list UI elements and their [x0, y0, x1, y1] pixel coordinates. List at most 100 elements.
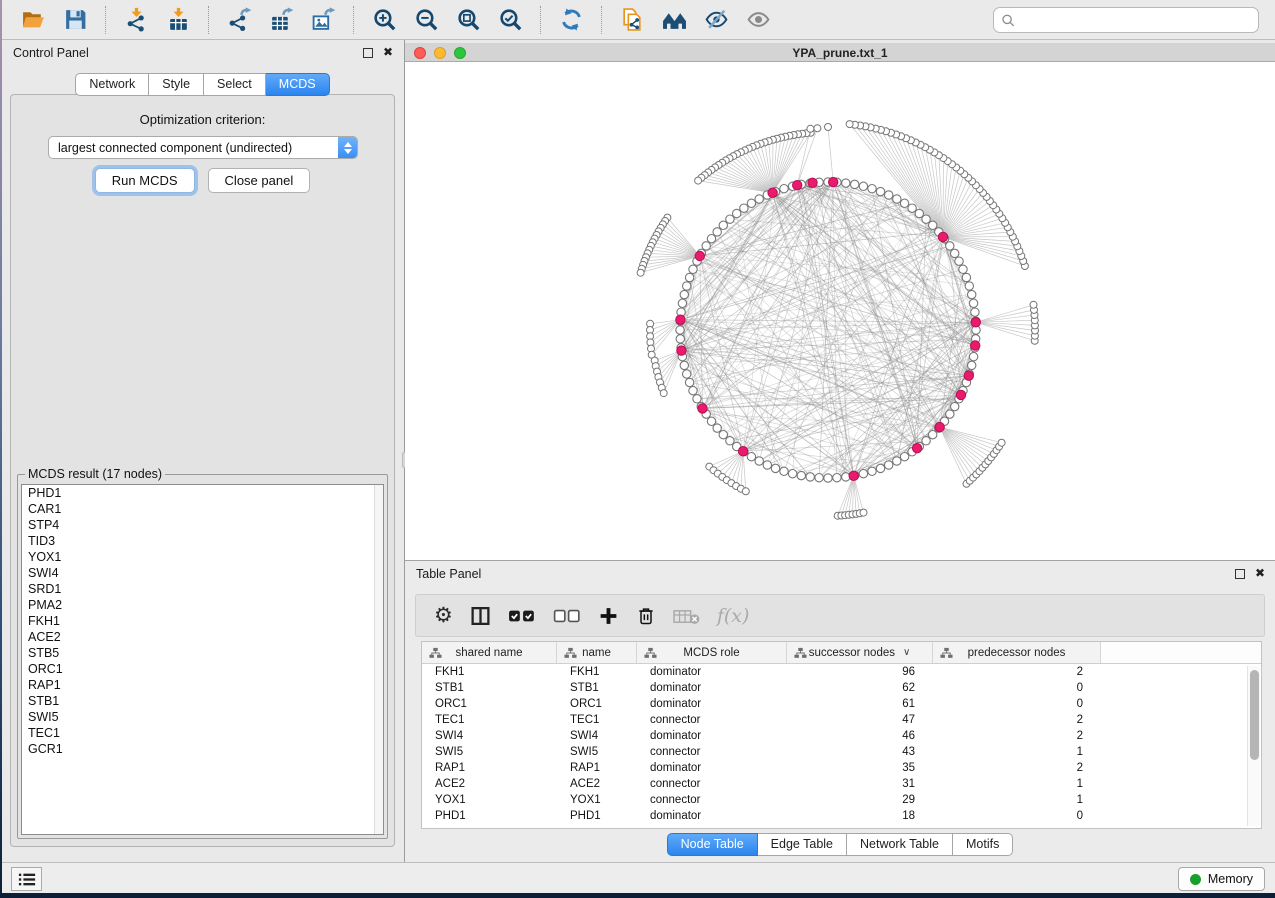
zoom-selected-icon[interactable] — [493, 4, 527, 36]
table-row[interactable]: RAP1RAP1dominator352 — [422, 760, 1261, 776]
close-panel-button[interactable]: Close panel — [208, 168, 311, 193]
column-header-predecessor-nodes[interactable]: predecessor nodes — [933, 642, 1101, 663]
table-row[interactable]: STB1STB1dominator620 — [422, 680, 1261, 696]
zoom-out-icon[interactable] — [409, 4, 443, 36]
table-cell: 1 — [933, 792, 1101, 808]
table-cell: 0 — [933, 680, 1101, 696]
search-input[interactable] — [1016, 10, 1258, 30]
memory-button[interactable]: Memory — [1178, 867, 1265, 891]
mcds-result-item[interactable]: STB5 — [22, 645, 383, 661]
export-network-icon[interactable] — [222, 4, 256, 36]
save-session-icon[interactable] — [58, 4, 92, 36]
float-table-panel-icon[interactable] — [1235, 569, 1245, 579]
tab-select[interactable]: Select — [204, 73, 266, 96]
table-row[interactable]: TEC1TEC1connector472 — [422, 712, 1261, 728]
table-cell: STB1 — [422, 680, 557, 696]
column-type-icon — [429, 647, 442, 662]
mcds-result-item[interactable]: SWI5 — [22, 709, 383, 725]
tab-network[interactable]: Network — [75, 73, 149, 96]
tab-node-table[interactable]: Node Table — [667, 833, 758, 856]
search-icon — [1001, 13, 1016, 28]
mcds-result-item[interactable]: YOX1 — [22, 549, 383, 565]
mcds-result-item[interactable]: FKH1 — [22, 613, 383, 629]
column-header-MCDS-role[interactable]: MCDS role — [637, 642, 787, 663]
float-panel-icon[interactable] — [363, 48, 373, 58]
mcds-result-item[interactable]: ORC1 — [22, 661, 383, 677]
table-row[interactable]: FKH1FKH1dominator962 — [422, 664, 1261, 680]
mcds-result-item[interactable]: RAP1 — [22, 677, 383, 693]
search-box[interactable] — [993, 7, 1259, 33]
run-mcds-button[interactable]: Run MCDS — [95, 168, 195, 193]
table-row[interactable]: YOX1YOX1connector291 — [422, 792, 1261, 808]
clone-network-icon[interactable] — [615, 4, 649, 36]
delete-row-icon[interactable] — [636, 605, 656, 627]
table-cell: PHD1 — [557, 808, 637, 824]
settings-icon[interactable]: ⚙ — [434, 605, 453, 627]
refresh-network-icon[interactable] — [554, 4, 588, 36]
mcds-result-item[interactable]: TEC1 — [22, 725, 383, 741]
mcds-network-node — [971, 318, 980, 327]
memory-label: Memory — [1208, 872, 1253, 886]
select-stepper-icon — [338, 137, 357, 158]
delete-table-icon[interactable] — [673, 605, 700, 627]
mcds-network-node — [695, 251, 704, 260]
tab-style[interactable]: Style — [149, 73, 204, 96]
import-network-icon[interactable] — [119, 4, 153, 36]
memory-status-icon — [1190, 874, 1201, 885]
mcds-result-item[interactable]: ACE2 — [22, 629, 383, 645]
show-all-icon[interactable] — [741, 4, 775, 36]
column-header-successor-nodes[interactable]: successor nodes∨ — [787, 642, 933, 663]
mcds-result-item[interactable]: GCR1 — [22, 741, 383, 757]
close-table-panel-icon[interactable]: ✖ — [1255, 566, 1265, 580]
mcds-result-list[interactable]: PHD1CAR1STP4TID3YOX1SWI4SRD1PMA2FKH1ACE2… — [21, 484, 384, 835]
add-row-icon[interactable] — [598, 605, 619, 627]
close-panel-icon[interactable]: ✖ — [383, 45, 393, 59]
tab-motifs[interactable]: Motifs — [953, 833, 1013, 856]
mcds-result-item[interactable]: STB1 — [22, 693, 383, 709]
network-graph[interactable] — [405, 62, 1275, 560]
column-header-name[interactable]: name — [557, 642, 637, 663]
mcds-network-node — [738, 447, 747, 456]
import-table-icon[interactable] — [161, 4, 195, 36]
node-table: shared namenameMCDS rolesuccessor nodes∨… — [421, 641, 1262, 829]
scrollbar-thumb[interactable] — [1250, 670, 1259, 760]
table-cell: 62 — [787, 680, 933, 696]
zoom-fit-icon[interactable] — [451, 4, 485, 36]
tab-network-table[interactable]: Network Table — [847, 833, 953, 856]
open-session-icon[interactable] — [16, 4, 50, 36]
tab-edge-table[interactable]: Edge Table — [758, 833, 847, 856]
mcds-result-item[interactable]: CAR1 — [22, 501, 383, 517]
hide-selected-icon[interactable] — [699, 4, 733, 36]
select-all-icon[interactable] — [508, 605, 536, 627]
mcds-result-item[interactable]: PHD1 — [22, 485, 383, 501]
mcds-result-item[interactable]: SRD1 — [22, 581, 383, 597]
table-row[interactable]: ACE2ACE2connector311 — [422, 776, 1261, 792]
toolbar-buttons — [12, 4, 779, 36]
table-row[interactable]: SWI4SWI4dominator462 — [422, 728, 1261, 744]
table-scrollbar[interactable] — [1247, 666, 1260, 826]
table-row[interactable]: SWI5SWI5connector431 — [422, 744, 1261, 760]
show-columns-icon[interactable] — [470, 605, 491, 627]
zoom-in-icon[interactable] — [367, 4, 401, 36]
unselect-all-icon[interactable] — [553, 605, 581, 627]
export-image-icon[interactable] — [306, 4, 340, 36]
table-row[interactable]: PHD1PHD1dominator180 — [422, 808, 1261, 824]
app-window: Control Panel ✖ NetworkStyleSelectMCDS O… — [2, 0, 1275, 893]
mcds-result-item[interactable]: TID3 — [22, 533, 383, 549]
task-history-button[interactable] — [11, 867, 42, 891]
mcds-result-item[interactable]: SWI4 — [22, 565, 383, 581]
network-window-titlebar[interactable]: YPA_prune.txt_1 — [405, 43, 1275, 62]
mcds-result-item[interactable]: PMA2 — [22, 597, 383, 613]
network-overview-icon[interactable] — [657, 4, 691, 36]
table-row[interactable]: ORC1ORC1dominator610 — [422, 696, 1261, 712]
mcds-result-item[interactable]: STP4 — [22, 517, 383, 533]
table-cell: ACE2 — [422, 776, 557, 792]
column-header-shared-name[interactable]: shared name — [422, 642, 557, 663]
function-builder-icon[interactable]: f(x) — [717, 605, 750, 627]
tab-mcds[interactable]: MCDS — [266, 73, 330, 96]
list-scrollbar[interactable] — [374, 485, 383, 834]
export-table-icon[interactable] — [264, 4, 298, 36]
network-canvas[interactable] — [405, 62, 1275, 560]
optimization-select[interactable]: largest connected component (undirected) — [48, 136, 358, 159]
table-cell: connector — [637, 712, 787, 728]
